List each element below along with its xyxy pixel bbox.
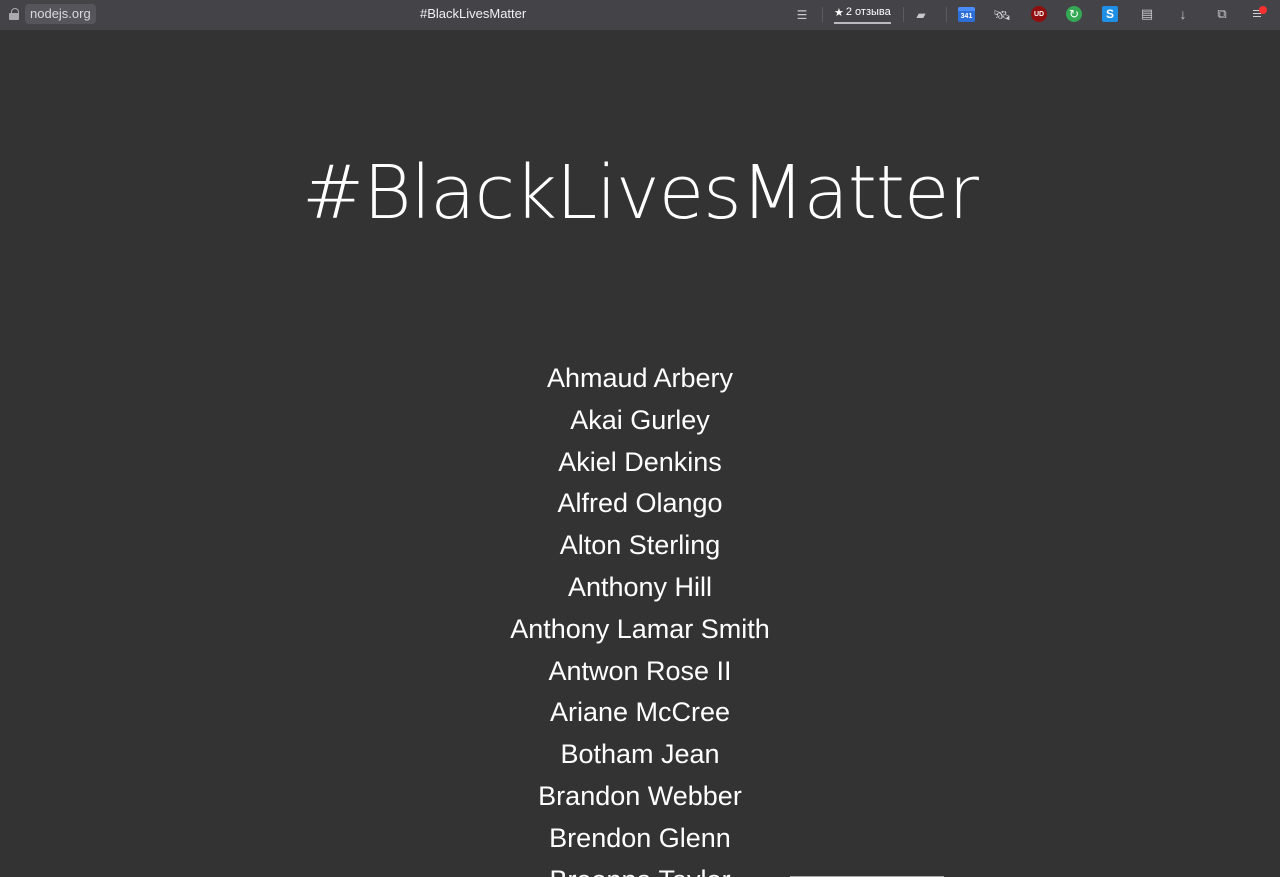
list-item: Brendon Glenn [549,822,731,853]
list-item: Alfred Olango [557,488,723,519]
list-item: Ariane McCree [549,697,731,728]
list-item: Alton Sterling [559,530,721,561]
list-item: Ahmaud Arbery [546,363,734,393]
sync-icon[interactable]: ↻ [1066,6,1082,22]
star-icon: ★ [834,6,844,19]
notification-dot [1259,6,1267,14]
toolbar-separator [822,7,823,22]
list-item: Botham Jean [560,739,720,770]
list-item: Brandon Webber [538,780,742,811]
menu-icon[interactable] [1252,6,1268,22]
list-item: Anthony Lamar Smith [510,613,770,644]
reader-icon[interactable]: ☰ [794,7,810,23]
lock-icon [9,8,19,20]
share-icon[interactable]: ⧉ [1214,6,1230,22]
toolbar-separator [903,7,904,22]
reviews-button[interactable]: ★ 2 отзыва [834,2,891,24]
s-extension-icon[interactable]: S [1102,6,1118,22]
clipboard-icon[interactable]: ▤ [1139,6,1155,22]
list-item: Antwon Rose II [548,655,732,686]
names-list: Ahmaud Arbery Akai Gurley Akiel Denkins … [0,358,1280,877]
bookmark-icon[interactable]: ▰ [913,7,929,23]
list-item: Anthony Hill [567,571,713,602]
browser-page-title: #BlackLivesMatter [420,6,527,21]
satellite-icon[interactable]: 🛰 [993,7,1011,23]
page-title: #BlackLivesMatter [302,150,979,236]
calendar-icon[interactable]: 341 [958,7,975,22]
ublock-icon[interactable]: UD [1031,6,1047,22]
list-item: Breonna Taylor [0,860,1280,877]
toolbar-separator [946,7,947,22]
site-address[interactable]: nodejs.org [9,4,96,24]
list-item: Akiel Denkins [558,446,722,477]
list-item: Akai Gurley [570,404,710,435]
browser-toolbar: nodejs.org #BlackLivesMatter ☰ ★ 2 отзыв… [0,0,1280,30]
domain-label[interactable]: nodejs.org [25,4,96,24]
s-extension-badge: S [1105,7,1114,21]
ublock-badge: UD [1033,10,1045,18]
page-content: #BlackLivesMatter Ahmaud Arbery Akai Gur… [0,30,1280,877]
download-icon[interactable]: ↓ [1175,6,1191,22]
reviews-label: 2 отзыва [845,6,891,18]
calendar-badge: 341 [960,13,973,20]
